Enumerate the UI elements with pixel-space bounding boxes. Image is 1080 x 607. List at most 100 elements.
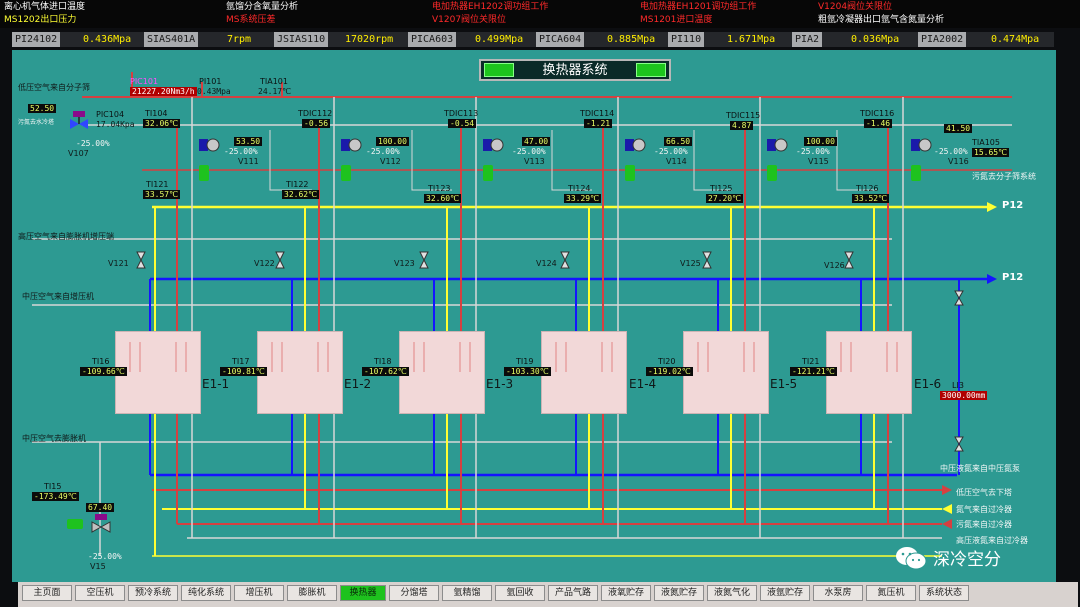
heat-exchanger-e1-5[interactable] — [683, 331, 769, 414]
control-valve-icon[interactable] — [340, 136, 362, 156]
control-valve-icon[interactable] — [68, 111, 90, 131]
instrument-value[interactable]: -0.56 — [302, 119, 331, 128]
heat-exchanger-e1-4[interactable] — [541, 331, 627, 414]
valve-setpoint[interactable]: 53.50 — [234, 137, 263, 146]
p12-label[interactable]: P12 — [1002, 200, 1023, 211]
instrument-value[interactable]: 33.29℃ — [564, 194, 602, 203]
instrument-value[interactable]: 0.43Mpa — [197, 87, 231, 96]
alarm-item[interactable]: 电加热器EH1202调功组工作 — [432, 1, 548, 13]
nav-button[interactable]: 膨胀机 — [287, 585, 337, 601]
p12-label[interactable]: P12 — [1002, 272, 1023, 283]
instrument-value[interactable]: 32.62℃ — [282, 190, 320, 199]
instrument-value[interactable]: 32.60℃ — [424, 194, 462, 203]
instrument-value[interactable]: -103.30℃ — [504, 367, 551, 376]
nav-button[interactable]: 主页面 — [22, 585, 72, 601]
nav-button[interactable]: 纯化系统 — [181, 585, 231, 601]
tag-name: PI24102 — [12, 32, 61, 47]
hand-valve-icon[interactable] — [702, 250, 712, 270]
instrument-value[interactable]: -109.66℃ — [80, 367, 127, 376]
instrument-tag: PIC104 — [96, 110, 125, 119]
valve-percent: -25.00% — [76, 139, 110, 148]
instrument-value[interactable]: 33.52℃ — [852, 194, 890, 203]
instrument-value[interactable]: 33.57℃ — [143, 190, 181, 199]
instrument-value[interactable]: 15.65℃ — [972, 148, 1010, 157]
hand-valve-icon[interactable] — [954, 436, 964, 452]
valve-setpoint[interactable]: 66.50 — [664, 137, 693, 146]
tag-value: 0.474Mpa — [991, 34, 1040, 45]
instrument-value[interactable]: 27.20℃ — [706, 194, 744, 203]
nav-button[interactable]: 液氧贮存 — [601, 585, 651, 601]
heat-exchanger-e1-1[interactable] — [115, 331, 201, 414]
instrument-value[interactable]: -121.21℃ — [790, 367, 837, 376]
nav-button[interactable]: 液氮贮存 — [654, 585, 704, 601]
nav-button[interactable]: 增压机 — [234, 585, 284, 601]
tag-name: PICA603 — [408, 32, 457, 47]
control-valve-icon[interactable] — [766, 136, 788, 156]
alarm-item[interactable]: V1204阀位关限位 — [818, 1, 892, 13]
exchanger-flow-arrows — [555, 342, 613, 372]
alarm-item[interactable]: V1207阀位关限位 — [432, 14, 506, 26]
hand-valve-icon[interactable] — [419, 250, 429, 270]
alarm-item[interactable]: 粗氩冷凝器出口氩气含氮量分析 — [818, 14, 944, 26]
alarm-item[interactable]: MS系统压差 — [226, 14, 275, 26]
nav-button[interactable]: 系统状态 — [919, 585, 969, 601]
control-valve-icon[interactable] — [910, 136, 932, 156]
instrument-value[interactable]: -109.81℃ — [220, 367, 267, 376]
tag-value: 1.671Mpa — [727, 34, 776, 45]
title-indicator — [636, 63, 666, 77]
heat-exchanger-e1-3[interactable] — [399, 331, 485, 414]
nav-button[interactable]: 预冷系统 — [128, 585, 178, 601]
solenoid-icon — [625, 165, 635, 181]
heat-exchanger-e1-2[interactable] — [257, 331, 343, 414]
instrument-tag: TIA105 — [972, 138, 1000, 147]
valve-setpoint[interactable]: 47.00 — [522, 137, 551, 146]
instrument-value[interactable]: 21227.20Nm3/h — [130, 87, 197, 96]
valve-setpoint[interactable]: 41.50 — [944, 124, 973, 133]
nav-button[interactable]: 液氮气化 — [707, 585, 757, 601]
alarm-item[interactable]: MS1201进口温度 — [640, 14, 712, 26]
instrument-value[interactable]: -1.46 — [864, 119, 893, 128]
nav-button-active[interactable]: 换热器 — [340, 585, 386, 601]
solenoid-icon — [911, 165, 921, 181]
alarm-item[interactable]: MS1202出口压力 — [4, 14, 76, 26]
nav-button[interactable]: 空压机 — [75, 585, 125, 601]
exchanger-label: E1-1 — [202, 377, 230, 391]
heat-exchanger-e1-6[interactable] — [826, 331, 912, 414]
control-valve-icon[interactable] — [482, 136, 504, 156]
hand-valve-icon[interactable] — [954, 290, 964, 306]
instrument-value[interactable]: -0.54 — [448, 119, 477, 128]
valve-setpoint[interactable]: 100.00 — [804, 137, 837, 146]
nav-button[interactable]: 水泵房 — [813, 585, 863, 601]
alarm-item[interactable]: 电加热器EH1201调功组工作 — [640, 1, 756, 13]
instrument-value[interactable]: 24.17℃ — [258, 87, 291, 96]
instrument-value[interactable]: -107.62℃ — [362, 367, 409, 376]
instrument-value[interactable]: 17.04Kpa — [96, 120, 135, 129]
nav-button[interactable]: 产品气路 — [548, 585, 598, 601]
hand-valve-icon[interactable] — [275, 250, 285, 270]
hand-valve-label: V125 — [680, 259, 701, 268]
alarm-item[interactable]: 氩馏分含氧量分析 — [226, 1, 298, 13]
hand-valve-icon[interactable] — [136, 250, 146, 270]
nav-button[interactable]: 氩回收 — [495, 585, 545, 601]
controller-setpoint[interactable]: 52.50 — [28, 104, 57, 113]
hand-valve-icon[interactable] — [844, 250, 854, 270]
instrument-value[interactable]: 4.87 — [730, 121, 754, 130]
tag-value: 0.885Mpa — [607, 34, 656, 45]
instrument-value[interactable]: -119.02℃ — [646, 367, 693, 376]
control-valve-icon[interactable] — [198, 136, 220, 156]
nav-button[interactable]: 液氩贮存 — [760, 585, 810, 601]
alarm-item[interactable]: 离心机气体进口温度 — [4, 1, 85, 13]
control-valve-icon[interactable] — [90, 514, 112, 534]
instrument-value[interactable]: -173.49℃ — [32, 492, 79, 501]
control-valve-icon[interactable] — [624, 136, 646, 156]
nav-button[interactable]: 氮压机 — [866, 585, 916, 601]
hand-valve-icon[interactable] — [560, 250, 570, 270]
instrument-value[interactable]: 32.06℃ — [143, 119, 181, 128]
nav-button[interactable]: 分馏塔 — [389, 585, 439, 601]
valve-setpoint[interactable]: 67.40 — [86, 503, 115, 512]
nav-button[interactable]: 氩精馏 — [442, 585, 492, 601]
instrument-value[interactable]: -1.21 — [584, 119, 613, 128]
solenoid-icon — [67, 519, 83, 529]
valve-setpoint[interactable]: 100.00 — [376, 137, 409, 146]
instrument-value[interactable]: 3000.00mm — [940, 391, 988, 400]
